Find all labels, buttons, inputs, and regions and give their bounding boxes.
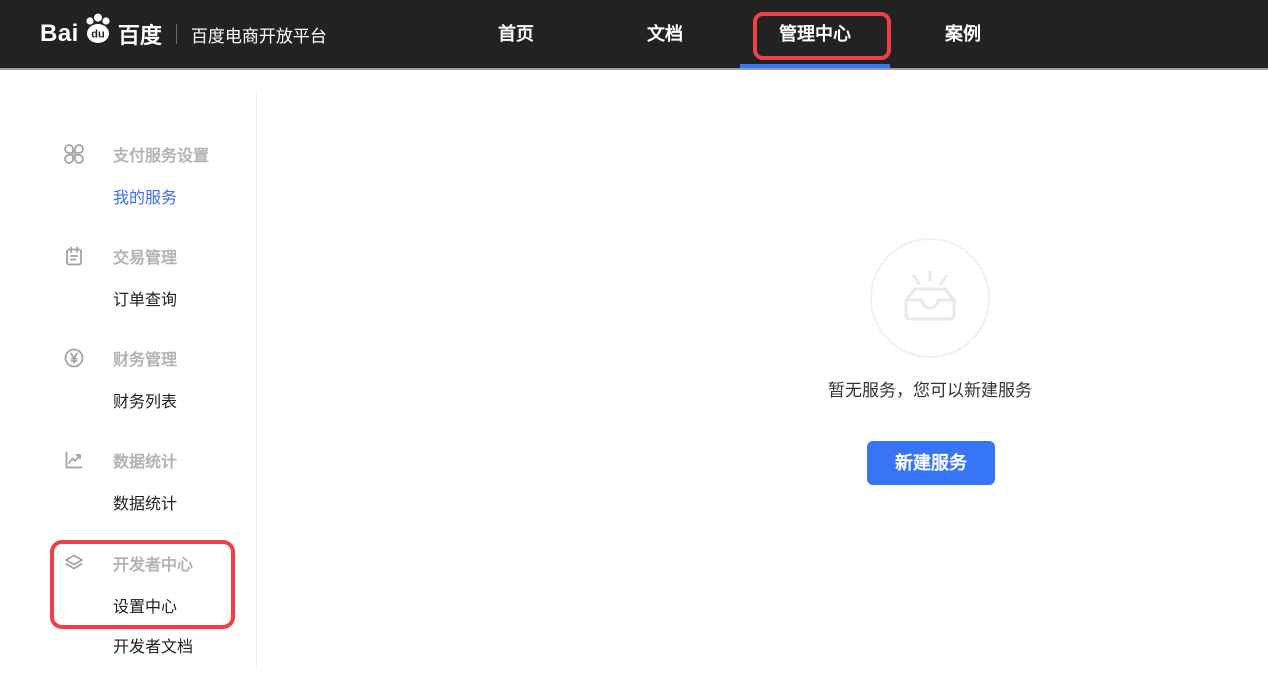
header-bottom-border <box>0 68 1268 70</box>
sidebar-section-data-statistics: 数据统计 <box>62 448 177 472</box>
top-header: Bai du 百度 百度电商开放平台 首页 文档 管理中心 案例 <box>0 0 1268 68</box>
sidebar-item-finance-list[interactable]: 财务列表 <box>113 391 177 415</box>
baidu-logo[interactable]: Bai du 百度 百度电商开放平台 <box>40 0 327 68</box>
sidebar-item-my-services[interactable]: 我的服务 <box>113 187 177 211</box>
sidebar-section-label: 交易管理 <box>113 244 177 268</box>
empty-state-circle <box>870 238 990 358</box>
sidebar-item-developer-docs[interactable]: 开发者文档 <box>113 636 193 660</box>
empty-inbox-icon <box>891 265 969 331</box>
yen-circle-icon <box>62 346 86 370</box>
sidebar-divider <box>256 90 257 670</box>
sidebar-section-label: 数据统计 <box>113 448 177 472</box>
baidu-paw-icon: du <box>80 12 116 46</box>
grid-icon <box>62 142 86 166</box>
sidebar-section-payment-settings: 支付服务设置 <box>62 142 209 166</box>
nav-item-management-center[interactable]: 管理中心 <box>745 0 885 68</box>
sidebar-section-finance-management: 财务管理 <box>62 346 177 370</box>
layers-icon <box>62 551 86 575</box>
nav-item-docs[interactable]: 文档 <box>595 0 735 68</box>
trend-chart-icon <box>62 448 86 472</box>
empty-state-message: 暂无服务，您可以新建服务 <box>680 376 1180 401</box>
logo-bai-text: Bai <box>40 20 79 48</box>
nav-item-home[interactable]: 首页 <box>446 0 586 68</box>
sidebar-section-label: 开发者中心 <box>113 551 193 575</box>
sidebar-section-developer-center: 开发者中心 <box>62 551 193 575</box>
logo-du-text: du <box>91 29 104 41</box>
nav-item-cases[interactable]: 案例 <box>893 0 1033 68</box>
create-service-button[interactable]: 新建服务 <box>867 441 995 485</box>
page: Bai du 百度 百度电商开放平台 首页 文档 管理中心 案例 <box>0 0 1268 695</box>
sidebar-section-label: 支付服务设置 <box>113 142 209 166</box>
logo-subtitle: 百度电商开放平台 <box>191 22 327 47</box>
sidebar-item-settings-center[interactable]: 设置中心 <box>113 596 177 620</box>
clipboard-icon <box>62 244 86 268</box>
sidebar-section-label: 财务管理 <box>113 346 177 370</box>
sidebar-item-data-statistics[interactable]: 数据统计 <box>113 493 177 517</box>
sidebar-section-trade-management: 交易管理 <box>62 244 177 268</box>
logo-divider <box>176 24 177 44</box>
logo-cn-text: 百度 <box>118 18 162 50</box>
sidebar-item-order-query[interactable]: 订单查询 <box>113 289 177 313</box>
